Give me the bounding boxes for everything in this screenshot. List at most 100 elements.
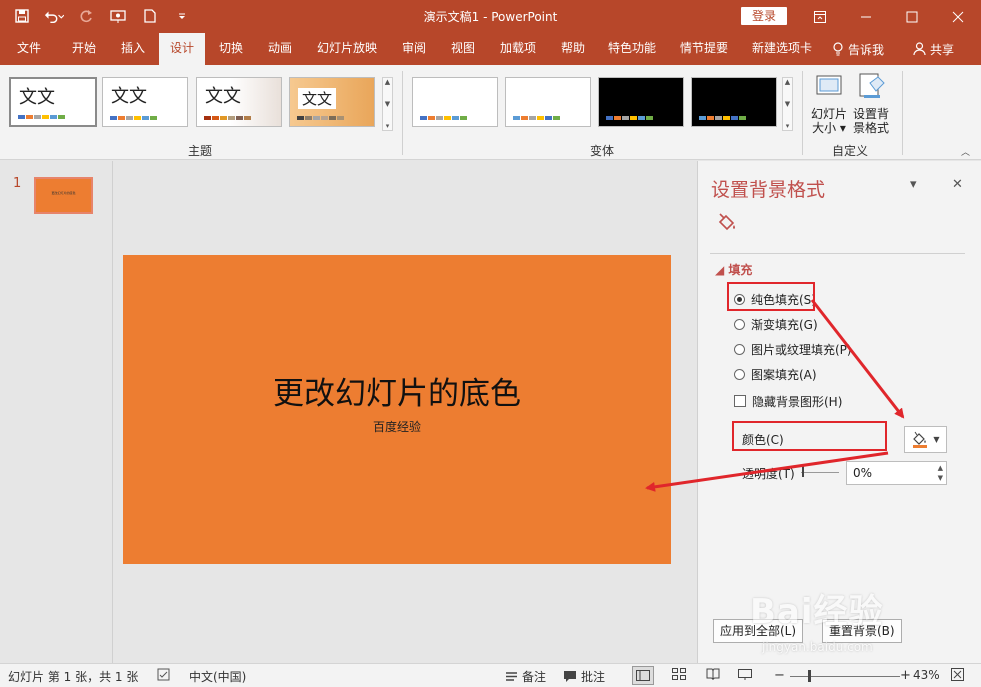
tab-storyboard[interactable]: 情节提要 <box>673 33 735 65</box>
picture-fill-label: 图片或纹理填充(P) <box>751 342 852 357</box>
theme-color-bars <box>297 116 344 120</box>
slide-subtitle[interactable]: 百度经验 <box>123 418 671 435</box>
variant-3[interactable] <box>598 77 684 127</box>
slideshow-view-icon[interactable] <box>738 668 752 680</box>
undo-icon[interactable] <box>44 6 64 26</box>
fill-color-button[interactable]: ▼ <box>904 426 947 453</box>
zoom-out-icon[interactable]: − <box>774 668 785 683</box>
tab-addins[interactable]: 加载项 <box>490 33 546 65</box>
gradient-fill-radio[interactable] <box>734 318 745 330</box>
gradient-fill-option[interactable]: 渐变填充(G) <box>734 315 818 333</box>
collapse-ribbon-icon[interactable]: ︿ <box>961 145 970 158</box>
close-pane-icon[interactable]: ✕ <box>952 177 963 192</box>
slide-sorter-view-icon[interactable] <box>672 668 686 680</box>
scroll-down-icon[interactable]: ▼ <box>785 100 790 108</box>
zoom-slider-track[interactable] <box>790 676 900 677</box>
transparency-slider-thumb[interactable] <box>802 466 804 477</box>
tell-me-label: 告诉我 <box>848 42 885 57</box>
tab-transitions[interactable]: 切换 <box>209 33 253 65</box>
theme-wood[interactable]: 文文 <box>289 77 375 127</box>
baidu-jingyan-watermark: Bai经验 jingyan.baidu.com <box>748 578 978 663</box>
tab-file[interactable]: 文件 <box>6 33 52 65</box>
variant-1[interactable] <box>412 77 498 127</box>
picture-fill-radio[interactable] <box>734 343 745 355</box>
normal-view-icon[interactable] <box>632 666 654 685</box>
variants-group-label: 变体 <box>590 144 615 158</box>
notes-icon <box>506 672 517 681</box>
tab-design[interactable]: 设计 <box>159 33 205 65</box>
variant-4[interactable] <box>691 77 777 127</box>
tab-help[interactable]: 帮助 <box>551 33 595 65</box>
title-bar: 演示文稿1 - PowerPoint 登录 <box>0 0 981 33</box>
tab-home[interactable]: 开始 <box>62 33 106 65</box>
tab-view[interactable]: 视图 <box>441 33 485 65</box>
theme-gallery-scroll[interactable]: ▲ ▼ ▾ <box>382 77 393 131</box>
hide-background-graphics-option[interactable]: 隐藏背景图形(H) <box>734 392 842 410</box>
tab-slideshow[interactable]: 幻灯片放映 <box>310 33 384 65</box>
theme-color-bars <box>513 116 560 120</box>
tab-review[interactable]: 审阅 <box>392 33 436 65</box>
fill-section-header[interactable]: ◢ 填充 <box>715 261 752 278</box>
scroll-up-icon[interactable]: ▲ <box>785 78 790 86</box>
customize-qat-icon[interactable] <box>172 6 192 26</box>
slide-canvas[interactable]: 更改幻灯片的底色 百度经验 <box>123 255 671 564</box>
variant-2[interactable] <box>505 77 591 127</box>
variant-gallery-scroll[interactable]: ▲ ▼ ▾ <box>782 77 793 131</box>
tab-features[interactable]: 特色功能 <box>601 33 663 65</box>
slide-title[interactable]: 更改幻灯片的底色 <box>123 368 671 413</box>
person-icon <box>913 42 926 56</box>
theme-color-bars <box>110 116 157 120</box>
notes-button[interactable]: 备注 <box>505 668 546 685</box>
redo-icon[interactable] <box>76 6 96 26</box>
picture-fill-option[interactable]: 图片或纹理填充(P) <box>734 340 852 358</box>
status-bar: 幻灯片 第 1 张，共 1 张 中文(中国) 备注 批注 − + 43% <box>0 663 981 687</box>
pattern-fill-option[interactable]: 图案填充(A) <box>734 365 817 383</box>
login-button[interactable]: 登录 <box>741 7 787 25</box>
tell-me-search[interactable]: 告诉我 <box>832 33 884 65</box>
zoom-in-icon[interactable]: + <box>900 668 911 683</box>
theme-color-bars <box>699 116 746 120</box>
format-background-button[interactable]: 设置背 景格式 <box>851 71 891 135</box>
design-ribbon: 文文 文文 文文 文文 ▲ ▼ ▾ 主题 ▲ ▼ ▾ 变体 幻灯片 大小 ▾ 设… <box>0 65 981 160</box>
transparency-slider-track[interactable] <box>801 472 839 473</box>
tab-animations[interactable]: 动画 <box>257 33 303 65</box>
present-from-start-icon[interactable] <box>108 6 128 26</box>
spin-up-icon[interactable]: ▲ <box>938 464 943 472</box>
tab-insert[interactable]: 插入 <box>111 33 155 65</box>
comment-icon <box>564 671 576 682</box>
zoom-level[interactable]: 43% <box>913 668 940 682</box>
theme-office[interactable]: 文文 <box>9 77 97 127</box>
more-icon[interactable]: ▾ <box>786 122 790 130</box>
spin-down-icon[interactable]: ▼ <box>938 474 943 482</box>
new-file-icon[interactable] <box>140 6 160 26</box>
save-icon[interactable] <box>12 6 32 26</box>
theme-facet[interactable]: 文文 <box>196 77 282 127</box>
slide-size-icon <box>816 75 842 95</box>
language-status[interactable]: 中文(中国) <box>189 668 246 685</box>
reading-view-icon[interactable] <box>706 668 720 680</box>
close-window-icon[interactable] <box>935 0 981 33</box>
hide-background-graphics-checkbox[interactable] <box>734 395 746 407</box>
comments-button[interactable]: 批注 <box>563 668 605 685</box>
fill-category-icon[interactable] <box>716 213 738 236</box>
share-button[interactable]: 共享 <box>913 33 954 65</box>
pane-options-icon[interactable]: ▾ <box>910 177 917 192</box>
tab-new[interactable]: 新建选项卡 <box>745 33 819 65</box>
maximize-icon[interactable] <box>889 0 935 33</box>
zoom-slider-thumb[interactable] <box>808 670 811 682</box>
theme-office-2[interactable]: 文文 <box>102 77 188 127</box>
ribbon-display-options-icon[interactable] <box>797 0 843 33</box>
scroll-up-icon[interactable]: ▲ <box>385 78 390 86</box>
more-icon[interactable]: ▾ <box>386 122 390 130</box>
minimize-icon[interactable] <box>843 0 889 33</box>
scroll-down-icon[interactable]: ▼ <box>385 100 390 108</box>
fit-to-window-icon[interactable] <box>951 668 964 681</box>
transparency-input[interactable]: 0% ▲ ▼ <box>846 461 947 485</box>
dropdown-arrow-icon: ▼ <box>933 435 940 444</box>
watermark-logo: Bai经验 <box>750 592 884 632</box>
slide-size-button[interactable]: 幻灯片 大小 ▾ <box>809 71 849 135</box>
accessibility-icon[interactable] <box>157 668 170 681</box>
slide-thumbnail[interactable]: 更改幻灯片的底色 <box>34 177 93 214</box>
slide-count-status: 幻灯片 第 1 张，共 1 张 <box>8 670 139 684</box>
pattern-fill-radio[interactable] <box>734 368 745 380</box>
